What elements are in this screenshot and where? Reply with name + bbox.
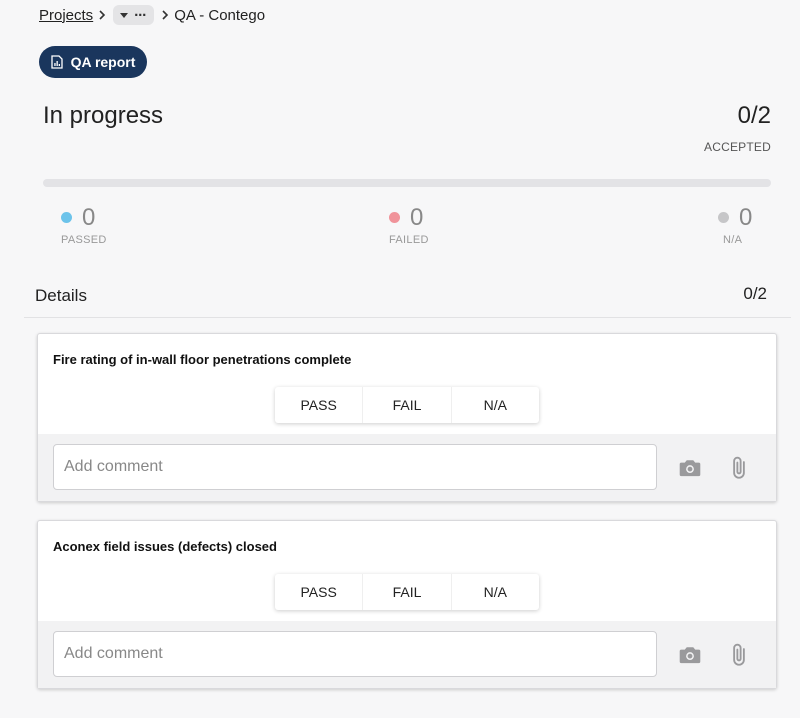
passed-label: PASSED	[61, 234, 107, 246]
comment-area	[38, 434, 776, 501]
qa-report-label: QA report	[70, 54, 136, 70]
failed-label: FAILED	[389, 234, 429, 246]
fail-button[interactable]: FAIL	[363, 574, 452, 610]
accepted-ratio: 0/2	[737, 102, 771, 129]
na-label: N/A	[723, 234, 743, 246]
comment-area	[38, 621, 776, 688]
details-count: 0/2	[743, 284, 767, 303]
comment-input[interactable]	[53, 631, 657, 677]
details-title: Details	[35, 286, 87, 305]
failed-dot-icon	[389, 212, 400, 223]
caret-down-icon	[120, 12, 129, 18]
fail-button[interactable]: FAIL	[363, 387, 452, 423]
breadcrumb: Projects ⋯ QA - Contego	[39, 0, 265, 30]
breadcrumb-overflow-button[interactable]: ⋯	[113, 5, 155, 25]
passed-stat: 0 PASSED	[61, 204, 107, 246]
pass-button[interactable]: PASS	[275, 574, 364, 610]
qa-report-button[interactable]: QA report	[39, 46, 147, 78]
report-chart-icon	[50, 55, 63, 69]
camera-icon[interactable]	[676, 641, 704, 669]
result-toggle-group: PASS FAIL N/A	[275, 574, 539, 610]
checklist-item-card: Aconex field issues (defects) closed PAS…	[37, 520, 777, 689]
chevron-right-icon	[156, 10, 174, 20]
na-stat: 0 N/A	[718, 204, 752, 246]
checklist-item-title: Fire rating of in-wall floor penetration…	[53, 352, 352, 367]
breadcrumb-current: QA - Contego	[174, 6, 266, 24]
breadcrumb-projects-link[interactable]: Projects	[39, 7, 93, 24]
passed-count: 0	[82, 204, 96, 231]
failed-count: 0	[410, 204, 424, 231]
result-toggle-group: PASS FAIL N/A	[275, 387, 539, 423]
comment-input[interactable]	[53, 444, 657, 490]
paperclip-icon[interactable]	[725, 454, 753, 482]
more-dots-icon: ⋯	[134, 8, 148, 22]
camera-icon[interactable]	[676, 454, 704, 482]
chevron-right-icon	[93, 10, 111, 20]
status-title: In progress	[43, 102, 164, 129]
accepted-label: ACCEPTED	[704, 140, 771, 154]
passed-dot-icon	[61, 212, 72, 223]
divider	[24, 317, 791, 318]
na-dot-icon	[718, 212, 729, 223]
checklist-item-card: Fire rating of in-wall floor penetration…	[37, 333, 777, 502]
na-count: 0	[739, 204, 753, 231]
progress-bar	[43, 179, 771, 187]
na-button[interactable]: N/A	[452, 387, 539, 423]
paperclip-icon[interactable]	[725, 641, 753, 669]
failed-stat: 0 FAILED	[389, 204, 429, 246]
na-button[interactable]: N/A	[452, 574, 539, 610]
checklist-item-title: Aconex field issues (defects) closed	[53, 539, 277, 554]
pass-button[interactable]: PASS	[275, 387, 364, 423]
